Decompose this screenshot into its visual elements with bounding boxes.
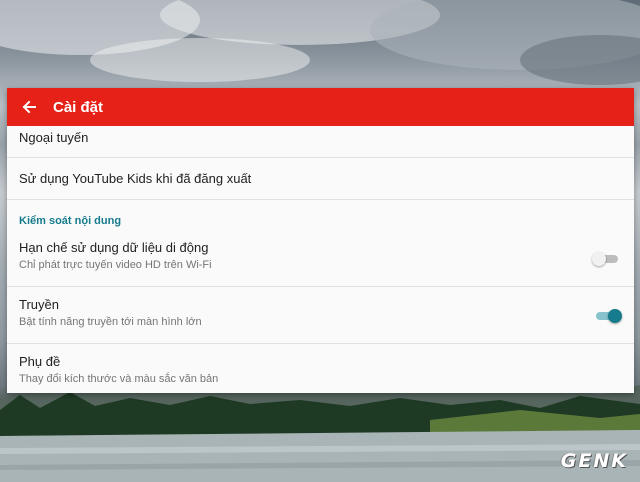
toggle-thumb <box>608 309 622 323</box>
settings-item-mobile-data[interactable]: Hạn chế sử dụng dữ liệu di động Chỉ phát… <box>7 230 634 287</box>
settings-item-signed-out-use[interactable]: Sử dụng YouTube Kids khi đã đăng xuất <box>7 158 634 200</box>
settings-panel: Cài đặt Ngoại tuyến Sử dụng YouTube Kids… <box>7 88 634 393</box>
captions-subtitle: Thay đổi kích thước và màu sắc văn bản <box>19 373 219 385</box>
settings-item-cast[interactable]: Truyền Bật tính năng truyền tới màn hình… <box>7 287 634 344</box>
captions-title: Phụ đề <box>19 354 61 369</box>
section-header-content-control: Kiểm soát nội dung <box>19 215 122 227</box>
back-button[interactable] <box>7 88 51 126</box>
arrow-back-icon <box>22 100 36 114</box>
settings-item-signed-out-label: Sử dụng YouTube Kids khi đã đăng xuất <box>19 171 252 186</box>
cast-title: Truyền <box>19 297 59 312</box>
settings-item-offline-label: Ngoại tuyến <box>19 130 89 145</box>
mobile-data-subtitle: Chỉ phát trực tuyến video HD trên Wi-Fi <box>19 259 212 271</box>
genk-watermark-logo: GENK <box>560 450 628 472</box>
app-bar: Cài đặt <box>7 88 634 126</box>
cast-subtitle: Bật tính năng truyền tới màn hình lớn <box>19 316 202 328</box>
settings-list: Ngoại tuyến Sử dụng YouTube Kids khi đã … <box>7 126 634 393</box>
page-title: Cài đặt <box>53 98 104 116</box>
cast-toggle[interactable] <box>594 309 622 323</box>
mobile-data-toggle[interactable] <box>592 252 620 266</box>
toggle-thumb <box>592 252 606 266</box>
settings-item-captions[interactable]: Phụ đề Thay đổi kích thước và màu sắc vă… <box>7 344 634 393</box>
settings-item-offline[interactable]: Ngoại tuyến <box>7 126 634 158</box>
mobile-data-title: Hạn chế sử dụng dữ liệu di động <box>19 240 209 255</box>
